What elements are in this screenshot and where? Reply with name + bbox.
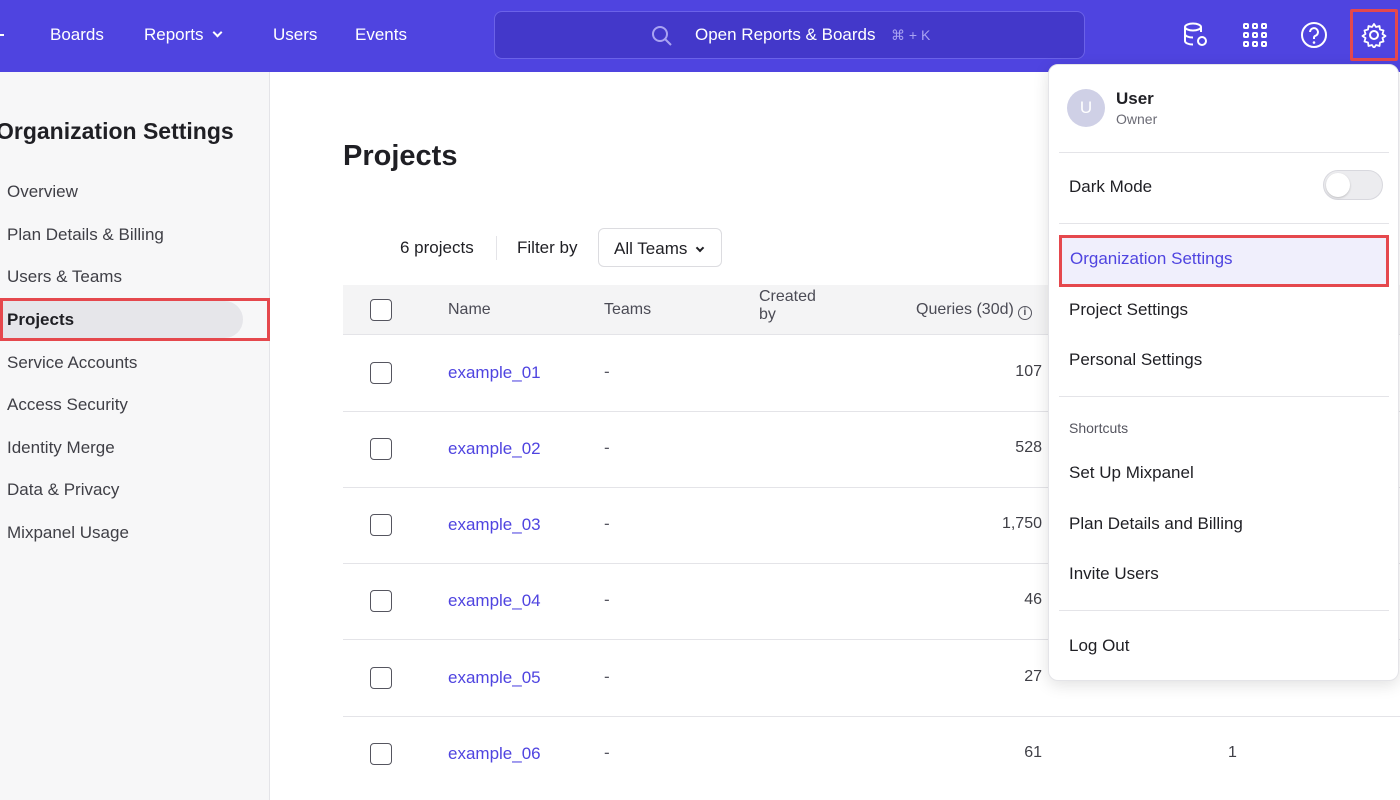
- gear-icon: [1361, 23, 1387, 48]
- col-name-header[interactable]: Name: [448, 301, 491, 319]
- project-extra-count: 1: [1228, 744, 1237, 761]
- project-queries: 61: [1024, 744, 1042, 761]
- select-all-checkbox[interactable]: [370, 299, 392, 321]
- menu-divider: [1059, 396, 1389, 397]
- sidebar-item-mixpanel-usage[interactable]: Mixpanel Usage: [0, 514, 243, 551]
- row-checkbox[interactable]: [370, 514, 392, 536]
- filter-label: Filter by: [517, 238, 578, 257]
- dark-mode-toggle[interactable]: [1323, 170, 1383, 200]
- menu-item-setup-mixpanel[interactable]: Set Up Mixpanel: [1059, 449, 1389, 497]
- page-title: Projects: [343, 140, 458, 172]
- search-icon: [652, 26, 672, 46]
- user-name: User: [1116, 89, 1154, 108]
- sidebar-item-data-privacy[interactable]: Data & Privacy: [0, 471, 243, 508]
- project-teams: -: [604, 438, 610, 457]
- col-created-by-header[interactable]: Created by: [759, 288, 816, 324]
- search-shortcut: ⌘ + K: [891, 27, 931, 43]
- nav-reports-link[interactable]: Reports: [144, 24, 222, 46]
- project-teams: -: [604, 514, 610, 533]
- sidebar-item-overview[interactable]: Overview: [0, 173, 243, 210]
- row-checkbox[interactable]: [370, 362, 392, 384]
- shortcuts-heading: Shortcuts: [1069, 420, 1129, 436]
- nav-users-link[interactable]: Users: [273, 24, 317, 46]
- project-teams: -: [604, 667, 610, 686]
- apps-grid-icon[interactable]: [1240, 20, 1270, 50]
- project-name-link[interactable]: example_01: [448, 363, 541, 383]
- filter-divider: [496, 236, 497, 260]
- nav-boards-link[interactable]: Boards: [50, 24, 104, 46]
- col-created-by-line1: Created: [759, 288, 816, 305]
- menu-item-project-settings[interactable]: Project Settings: [1059, 286, 1389, 334]
- data-management-icon[interactable]: [1181, 20, 1211, 50]
- settings-menu: U User Owner Dark Mode Organization Sett…: [1048, 64, 1399, 681]
- row-checkbox[interactable]: [370, 743, 392, 765]
- menu-divider: [1059, 152, 1389, 153]
- chevron-down-icon: [696, 243, 705, 253]
- sidebar-item-users-teams[interactable]: Users & Teams: [0, 258, 243, 295]
- project-queries: 46: [1024, 591, 1042, 608]
- project-teams: -: [604, 743, 610, 762]
- bottom-fade: [270, 770, 1400, 800]
- help-icon[interactable]: [1299, 20, 1329, 50]
- project-queries: 27: [1024, 668, 1042, 685]
- chevron-down-icon: [212, 27, 222, 38]
- project-name-link[interactable]: example_04: [448, 591, 541, 611]
- project-count: 6 projects: [400, 238, 474, 257]
- toggle-knob: [1326, 173, 1350, 197]
- project-teams: -: [604, 362, 610, 381]
- team-filter-value: All Teams: [614, 239, 688, 258]
- user-role: Owner: [1116, 111, 1158, 127]
- sidebar-title: Organization Settings: [0, 118, 234, 144]
- info-icon: i: [1017, 306, 1032, 320]
- project-name-link[interactable]: example_02: [448, 439, 541, 459]
- project-name-link[interactable]: example_05: [448, 668, 541, 688]
- team-filter-select[interactable]: All Teams: [598, 228, 722, 267]
- menu-divider: [1059, 610, 1389, 611]
- avatar: U: [1067, 89, 1105, 127]
- row-checkbox[interactable]: [370, 438, 392, 460]
- project-queries: 1,750: [1001, 515, 1042, 532]
- col-created-by-line2: by: [759, 306, 776, 323]
- col-queries-header[interactable]: Queries (30d) i: [916, 301, 1032, 320]
- sidebar-item-identity-merge[interactable]: Identity Merge: [0, 429, 243, 466]
- search-bar[interactable]: Open Reports & Boards ⌘ + K: [494, 11, 1085, 59]
- menu-item-log-out[interactable]: Log Out: [1059, 622, 1389, 670]
- search-placeholder: Open Reports & Boards: [695, 25, 876, 44]
- project-teams: -: [604, 590, 610, 609]
- menu-item-invite-users[interactable]: Invite Users: [1059, 550, 1389, 598]
- row-checkbox[interactable]: [370, 590, 392, 612]
- project-queries: 528: [1015, 439, 1042, 456]
- nav-edge-mark: [0, 34, 4, 36]
- menu-item-plan-billing[interactable]: Plan Details and Billing: [1059, 500, 1389, 548]
- menu-item-organization-settings[interactable]: Organization Settings: [1059, 235, 1389, 287]
- project-queries: 107: [1015, 363, 1042, 380]
- menu-divider: [1059, 223, 1389, 224]
- col-teams-header[interactable]: Teams: [604, 301, 651, 319]
- sidebar-item-access-security[interactable]: Access Security: [0, 386, 243, 423]
- nav-events-link[interactable]: Events: [355, 24, 407, 46]
- menu-item-personal-settings[interactable]: Personal Settings: [1059, 336, 1389, 384]
- col-queries-label: Queries (30d): [916, 301, 1014, 318]
- settings-button[interactable]: [1350, 9, 1398, 61]
- projects-highlight-box: [0, 298, 270, 341]
- project-name-link[interactable]: example_03: [448, 515, 541, 535]
- settings-sidebar: Organization Settings Overview Plan Deta…: [0, 72, 270, 800]
- top-nav: Boards Reports Users Events Open Reports…: [0, 0, 1400, 72]
- sidebar-item-service-accounts[interactable]: Service Accounts: [0, 344, 243, 381]
- row-checkbox[interactable]: [370, 667, 392, 689]
- nav-reports-label: Reports: [144, 25, 204, 44]
- sidebar-item-plan-billing[interactable]: Plan Details & Billing: [0, 216, 243, 253]
- project-name-link[interactable]: example_06: [448, 744, 541, 764]
